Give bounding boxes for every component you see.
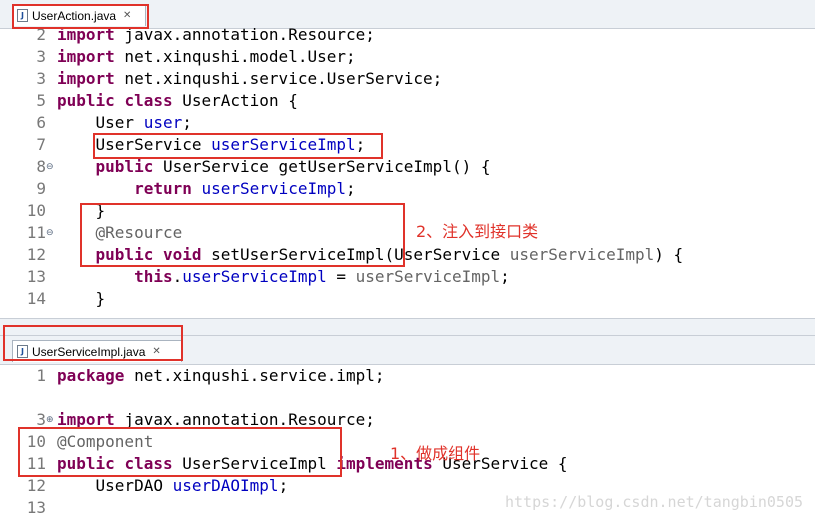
- code-token: User: [57, 113, 144, 132]
- code-text: import net.xinqushi.service.UserService;: [57, 68, 442, 90]
- code-token: import: [57, 69, 115, 88]
- code-token: package: [57, 366, 125, 385]
- annotation-component: 1、做成组件: [390, 444, 481, 463]
- code-line[interactable]: 3 import net.xinqushi.service.UserService…: [0, 68, 815, 90]
- editor-top: J UserAction.java ✕ 2 import javax.annota…: [0, 0, 815, 318]
- code-text: package net.xinqushi.service.impl;: [57, 365, 385, 387]
- code-token: UserAction {: [172, 91, 298, 110]
- code-text: import net.xinqushi.model.User;: [57, 46, 356, 68]
- line-number: 9: [36, 179, 46, 198]
- annotation-inject: 2、注入到接口类: [416, 222, 539, 241]
- code-token: net.xinqushi.service.impl;: [124, 366, 385, 385]
- code-text: this.userServiceImpl = userServiceImpl;: [57, 266, 510, 288]
- code-text: User user;: [57, 112, 192, 134]
- highlight-box-component: [18, 427, 342, 477]
- code-line[interactable]: 8 ⊖ public UserService getUserServiceImpl…: [0, 156, 815, 178]
- code-token: ;: [500, 267, 510, 286]
- code-token: userServiceImpl: [509, 245, 655, 264]
- code-token: user: [143, 113, 183, 132]
- watermark: https://blog.csdn.net/tangbin0505: [504, 493, 803, 511]
- code-token: ;: [278, 476, 289, 495]
- line-number: 10: [26, 201, 46, 220]
- code-line[interactable]: 5 public class UserAction {: [0, 90, 815, 112]
- code-token: =: [326, 267, 356, 286]
- code-token: userServiceImpl: [201, 179, 347, 198]
- code-token: return: [134, 179, 192, 198]
- code-token: UserService getUserServiceImpl() {: [153, 157, 491, 176]
- code-line[interactable]: 9 return userServiceImpl;: [0, 178, 815, 200]
- highlight-box-tab-top: [12, 4, 149, 29]
- code-token: public: [57, 91, 115, 110]
- code-token: ;: [182, 113, 192, 132]
- code-line[interactable]: [0, 387, 815, 409]
- line-number: 5: [36, 91, 46, 110]
- line-number: 13: [26, 267, 46, 286]
- fold-toggle-icon[interactable]: ⊖: [46, 156, 56, 178]
- code-token: UserDAO: [57, 476, 173, 495]
- code-text: public UserService getUserServiceImpl() …: [57, 156, 491, 178]
- code-token: javax.annotation.Resource;: [114, 25, 375, 44]
- code-token: userServiceImpl: [182, 267, 327, 286]
- fold-toggle-icon[interactable]: ⊖: [46, 222, 56, 244]
- code-text: return userServiceImpl;: [57, 178, 356, 200]
- line-number: 6: [36, 113, 46, 132]
- code-line[interactable]: 13 this.userServiceImpl = userServiceImp…: [0, 266, 815, 288]
- line-number: 7: [36, 135, 46, 154]
- highlight-box-resource: [80, 203, 405, 267]
- code-token: ;: [346, 179, 356, 198]
- line-number: 12: [26, 245, 46, 264]
- code-text: public class UserAction {: [57, 90, 298, 112]
- line-number: 1: [36, 366, 46, 385]
- code-token: .: [172, 267, 183, 286]
- code-token: ) {: [654, 245, 684, 264]
- code-token: net.xinqushi.model.User;: [114, 47, 356, 66]
- line-number: 13: [26, 498, 46, 517]
- line-number: 8: [36, 157, 46, 176]
- code-token: public: [95, 157, 154, 176]
- code-token: import: [57, 47, 115, 66]
- line-number: 3: [36, 69, 46, 88]
- line-number: 12: [26, 476, 46, 495]
- code-line[interactable]: 1 package net.xinqushi.service.impl;: [0, 365, 815, 387]
- line-number: 14: [26, 289, 46, 308]
- code-token: net.xinqushi.service.UserService;: [114, 69, 443, 88]
- line-number: 11: [26, 223, 46, 242]
- code-token: }: [57, 289, 106, 308]
- code-text: }: [57, 288, 106, 310]
- code-text: UserDAO userDAOImpl;: [57, 475, 289, 497]
- code-token: class: [124, 91, 173, 110]
- code-line[interactable]: 14 }: [0, 288, 815, 310]
- highlight-box-tab-bottom: [3, 325, 183, 361]
- code-token: this: [134, 267, 173, 286]
- line-number: 3: [36, 47, 46, 66]
- code-token: userDAOImpl: [172, 476, 279, 495]
- highlight-box-field: [93, 133, 383, 159]
- code-line[interactable]: 3 import net.xinqushi.model.User;: [0, 46, 815, 68]
- code-token: userServiceImpl: [355, 267, 501, 286]
- code-line[interactable]: 6 User user;: [0, 112, 815, 134]
